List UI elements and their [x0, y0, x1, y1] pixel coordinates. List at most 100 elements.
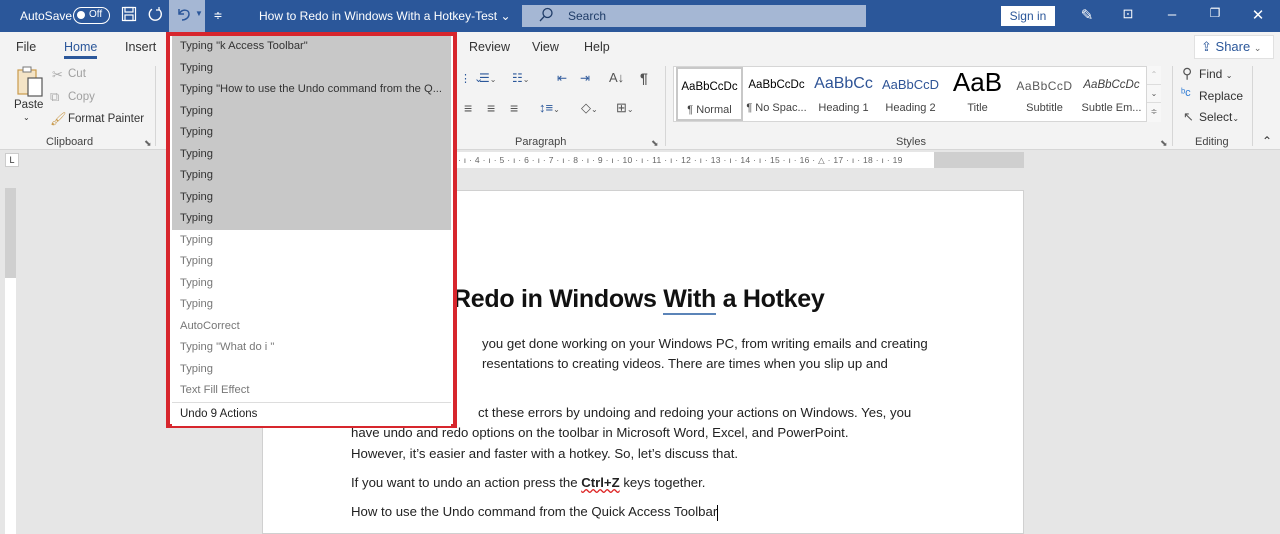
paragraph-group-label: Paragraph	[515, 136, 567, 148]
ribbon-display-icon[interactable]: ⊡	[1118, 6, 1138, 22]
format-painter-button[interactable]: Format Painter	[68, 113, 144, 125]
multilevel-list-icon[interactable]: ☷⌄	[512, 71, 529, 85]
tab-review[interactable]: Review	[469, 40, 510, 54]
paste-label[interactable]: Paste	[14, 99, 43, 111]
undo-history-item[interactable]: Typing	[172, 165, 451, 187]
undo-history-list: Typing "k Access Toolbar" Typing Typing "H…	[172, 36, 451, 426]
format-painter-icon: 🖌	[50, 111, 67, 126]
autosave-label: AutoSave	[20, 9, 73, 23]
replace-button[interactable]: Replace	[1199, 89, 1243, 103]
line-spacing-icon[interactable]: ↕≡⌄	[539, 100, 560, 115]
undo-history-item[interactable]: Typing	[172, 100, 451, 122]
undo-history-item[interactable]: AutoCorrect	[172, 316, 451, 338]
clipboard-group-label: Clipboard	[46, 136, 94, 148]
borders-icon[interactable]: ⊞⌄	[616, 100, 634, 116]
autosave-toggle[interactable]: Off	[73, 7, 110, 24]
style-subtle-emphasis[interactable]: AaBbCcDc Subtle Em...	[1078, 67, 1145, 121]
style-heading-2[interactable]: AaBbCcD Heading 2	[877, 67, 944, 121]
undo-history-item[interactable]: Typing	[172, 208, 451, 230]
ruler-top-margin	[5, 188, 16, 278]
search-placeholder: Search	[568, 9, 607, 23]
minimize-icon[interactable]: –	[1162, 6, 1182, 23]
decrease-indent-icon[interactable]: ⇤	[557, 71, 567, 85]
undo-history-item[interactable]: Typing "k Access Toolbar"	[172, 36, 451, 58]
paragraph-2-line-3: However, it’s easier and faster with a h…	[351, 446, 739, 461]
share-button[interactable]: ⇪ Share ⌄	[1194, 35, 1274, 59]
undo-history-item[interactable]: Typing "How to use the Undo command from…	[172, 79, 451, 101]
save-icon[interactable]	[119, 6, 139, 26]
undo-history-item[interactable]: Typing	[172, 186, 451, 208]
align-center-icon[interactable]: ≡	[464, 100, 472, 116]
undo-button[interactable]: ▼	[169, 0, 205, 32]
more-styles-icon[interactable]: ≑	[1147, 102, 1161, 120]
find-button[interactable]: Find ⌄	[1199, 67, 1232, 81]
undo-history-item[interactable]: Text Fill Effect	[172, 380, 451, 402]
undo-history-item[interactable]: Typing "What do i "	[172, 337, 451, 359]
style-no-spacing[interactable]: AaBbCcDc ¶ No Spac...	[743, 67, 810, 121]
tab-file[interactable]: File	[16, 40, 36, 54]
undo-history-item[interactable]: Typing	[172, 230, 451, 252]
sort-icon[interactable]: A↓	[609, 70, 624, 85]
tab-home[interactable]: Home	[64, 40, 98, 59]
group-separator	[665, 66, 666, 146]
tab-selector[interactable]: L	[5, 153, 19, 167]
chevron-down-icon: ⌄	[500, 9, 511, 23]
styles-gallery: AaBbCcDc ¶ Normal AaBbCcDc ¶ No Spac... …	[673, 66, 1161, 122]
clipboard-launcher-icon[interactable]: ⬊	[144, 138, 152, 149]
copy-icon: ⧉	[50, 89, 60, 104]
search-box[interactable]: Search	[522, 5, 866, 27]
scroll-down-icon[interactable]: ⌄	[1147, 84, 1161, 102]
editing-group-label: Editing	[1195, 136, 1229, 148]
undo-history-item[interactable]: Typing	[172, 359, 451, 381]
justify-icon[interactable]: ≡	[510, 100, 518, 116]
restore-icon[interactable]: ❐	[1205, 6, 1225, 20]
undo-history-item[interactable]: Typing	[172, 57, 451, 79]
find-icon: ⚲	[1182, 65, 1193, 81]
sign-in-button[interactable]: Sign in	[1001, 6, 1055, 26]
customize-qat-icon[interactable]: ≑	[210, 6, 226, 26]
text-cursor	[717, 504, 719, 521]
paste-icon[interactable]	[16, 66, 44, 101]
scroll-up-icon[interactable]: ⌃	[1147, 66, 1161, 84]
cut-button[interactable]: Cut	[68, 68, 86, 80]
select-button[interactable]: Select⌄	[1199, 110, 1239, 124]
paragraph-launcher-icon[interactable]: ⬊	[651, 138, 659, 149]
undo-history-menu: Typing "k Access Toolbar" Typing Typing "H…	[166, 32, 457, 428]
ctrl-z-hotkey: Ctrl+Z	[581, 475, 620, 490]
align-right-icon[interactable]: ≡	[487, 100, 495, 116]
chevron-down-icon: ⌄	[1253, 43, 1262, 53]
group-separator	[155, 66, 156, 146]
close-icon[interactable]: ✕	[1248, 6, 1268, 24]
undo-history-item[interactable]: Typing	[172, 143, 451, 165]
group-separator	[1172, 66, 1173, 146]
style-heading-1[interactable]: AaBbCc Heading 1	[810, 67, 877, 121]
undo-history-item[interactable]: Typing	[172, 122, 451, 144]
undo-dropdown-icon[interactable]: ▼	[195, 9, 203, 18]
pen-icon[interactable]: ✎	[1077, 6, 1097, 24]
paste-dropdown-icon[interactable]: ⌄	[23, 113, 30, 122]
style-normal[interactable]: AaBbCcDc ¶ Normal	[676, 67, 743, 121]
search-icon	[538, 7, 554, 26]
tab-insert[interactable]: Insert	[125, 40, 156, 54]
styles-launcher-icon[interactable]: ⬊	[1160, 138, 1168, 149]
tab-help[interactable]: Help	[584, 40, 610, 54]
increase-indent-icon[interactable]: ⇥	[580, 71, 590, 85]
document-title[interactable]: How to Redo in Windows With a Hotkey-Tes…	[259, 9, 511, 23]
style-subtitle[interactable]: AaBbCcD Subtitle	[1011, 67, 1078, 121]
paragraph-2-line-1: ct these errors by undoing and redoing y…	[478, 405, 912, 420]
ruler-right-margin	[934, 152, 1024, 168]
collapse-ribbon-icon[interactable]: ⌃	[1262, 134, 1272, 148]
undo-history-item[interactable]: Typing	[172, 294, 451, 316]
styles-scroll[interactable]: ⌃ ⌄ ≑	[1146, 66, 1161, 122]
undo-history-item[interactable]: Typing	[172, 251, 451, 273]
copy-button[interactable]: Copy	[68, 91, 95, 103]
autosave-state: Off	[89, 9, 103, 20]
undo-history-item[interactable]: Typing	[172, 273, 451, 295]
tab-view[interactable]: View	[532, 40, 559, 54]
redo-icon[interactable]	[145, 6, 165, 26]
vertical-ruler[interactable]	[5, 188, 16, 534]
style-title[interactable]: AaB Title	[944, 67, 1011, 121]
show-formatting-icon[interactable]: ¶	[640, 70, 648, 86]
numbering-icon[interactable]: ☰⌄	[479, 71, 496, 85]
shading-icon[interactable]: ◇⌄	[581, 100, 598, 116]
